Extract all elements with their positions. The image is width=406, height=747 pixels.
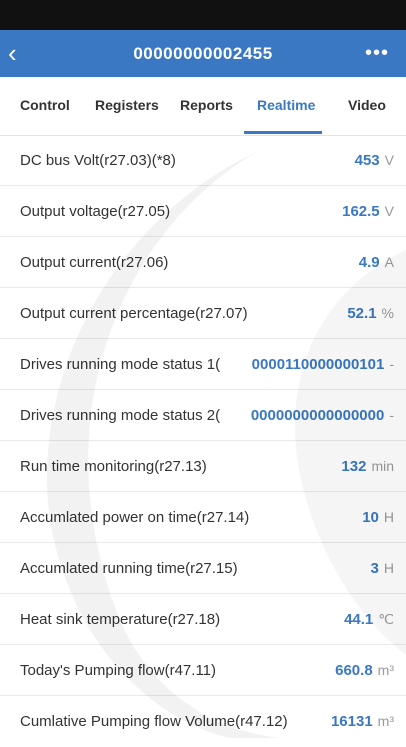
more-options-button[interactable]: ••• — [362, 38, 392, 68]
list-item[interactable]: Heat sink temperature(r27.18) 44.1 ℃ — [0, 594, 406, 645]
parameter-label: Drives running mode status 2( — [20, 407, 221, 424]
parameter-unit: A — [384, 254, 394, 270]
parameter-unit: H — [383, 509, 394, 525]
tab-video[interactable]: Video — [348, 97, 386, 113]
page-title: 00000000002455 — [133, 44, 273, 63]
list-item[interactable]: DC bus Volt(r27.03)(*8) 453 V — [0, 135, 406, 186]
list-item[interactable]: Output current percentage(r27.07) 52.1% — [0, 288, 406, 339]
parameter-label: Run time monitoring(r27.13) — [20, 458, 207, 475]
parameter-unit: % — [381, 305, 394, 321]
status-bar — [0, 0, 406, 30]
parameter-label: Accumlated running time(r27.15) — [20, 560, 238, 577]
parameter-unit: ℃ — [378, 611, 394, 627]
list-item[interactable]: Cumlative Pumping flow Volume(r47.12) 16… — [0, 696, 406, 747]
list-item[interactable]: Run time monitoring(r27.13) 132 min — [0, 441, 406, 492]
list-item[interactable]: Output voltage(r27.05) 162.5 V — [0, 186, 406, 237]
active-tab-indicator — [244, 131, 322, 134]
tab-reports[interactable]: Reports — [180, 97, 233, 113]
parameter-label: Output voltage(r27.05) — [20, 203, 171, 220]
parameter-unit: m³ — [377, 662, 394, 678]
parameter-value: 4.9 — [358, 254, 380, 271]
list-item[interactable]: Accumlated power on time(r27.14) 10 H — [0, 492, 406, 543]
parameter-unit: - — [389, 356, 394, 372]
parameter-value: 16131 — [330, 713, 373, 730]
parameter-unit: - — [389, 407, 394, 423]
parameter-label: Drives running mode status 1( — [20, 356, 221, 373]
parameter-value: 660.8 — [335, 662, 373, 679]
parameter-value: 52.1 — [347, 305, 377, 322]
list-item[interactable]: Output current(r27.06) 4.9 A — [0, 237, 406, 288]
parameter-value: 10 — [362, 509, 379, 526]
parameter-value: 453 — [354, 152, 380, 169]
parameter-label: DC bus Volt(r27.03)(*8) — [20, 152, 176, 169]
tab-control[interactable]: Control — [20, 97, 70, 113]
list-item[interactable]: Accumlated running time(r27.15) 3H — [0, 543, 406, 594]
app-header: ‹ 00000000002455 ••• — [0, 30, 406, 77]
list-item[interactable]: Drives running mode status 2( 0000000000… — [0, 390, 406, 441]
parameter-label: Today's Pumping flow(r47.11) — [20, 662, 217, 679]
parameter-value: 0000000000000000 — [250, 407, 385, 424]
tab-realtime[interactable]: Realtime — [257, 97, 315, 113]
parameter-value: 44.1 — [344, 611, 374, 628]
tab-bar: Control Registers Reports Realtime Video — [0, 77, 406, 136]
parameter-value: 132 — [341, 458, 367, 475]
parameter-unit: H — [383, 560, 394, 576]
parameter-label: Heat sink temperature(r27.18) — [20, 611, 221, 628]
parameter-unit: V — [384, 152, 394, 168]
parameter-unit: min — [371, 458, 394, 474]
parameter-value: 162.5 — [342, 203, 380, 220]
parameter-unit: V — [384, 203, 394, 219]
more-dots-icon: ••• — [364, 42, 389, 64]
list-item[interactable]: Drives running mode status 1( 0000110000… — [0, 339, 406, 390]
parameter-value: 3 — [370, 560, 379, 577]
parameter-label: Output current(r27.06) — [20, 254, 169, 271]
list-item[interactable]: Today's Pumping flow(r47.11) 660.8 m³ — [0, 645, 406, 696]
parameter-value: 0000110000000101 — [251, 356, 385, 373]
parameter-label: Output current percentage(r27.07) — [20, 305, 248, 322]
parameter-label: Accumlated power on time(r27.14) — [20, 509, 250, 526]
tab-registers[interactable]: Registers — [95, 97, 159, 113]
parameter-label: Cumlative Pumping flow Volume(r47.12) — [20, 713, 288, 730]
parameter-unit: m³ — [377, 713, 394, 729]
